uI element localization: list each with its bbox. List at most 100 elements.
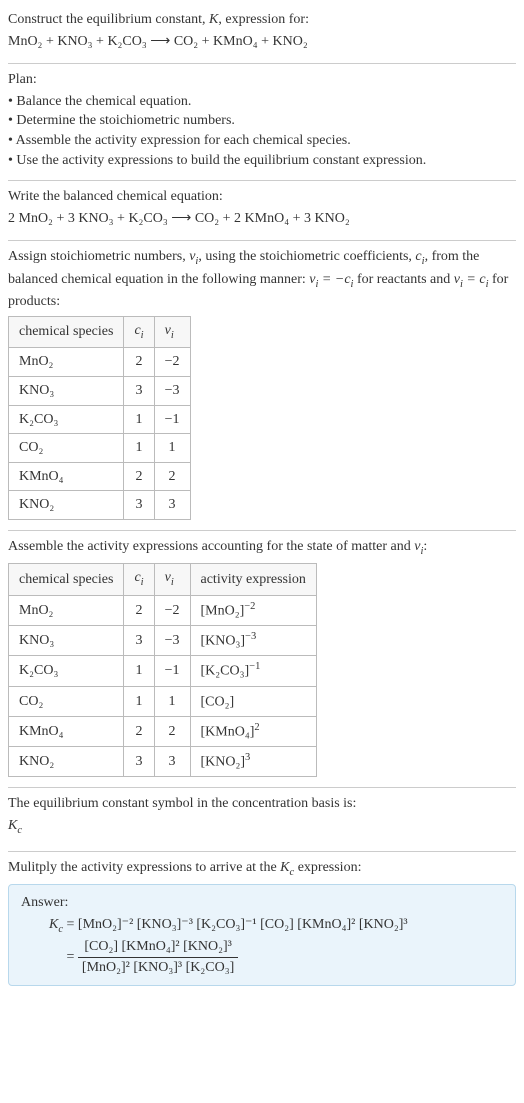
table-row: MnO₂2−2 <box>9 348 191 377</box>
cell-nu: −1 <box>154 405 190 434</box>
symbol-line: The equilibrium constant symbol in the c… <box>8 794 516 814</box>
cell-nu: −1 <box>154 656 190 686</box>
cell-nu: −3 <box>154 626 190 656</box>
K-sub: c <box>17 825 22 836</box>
cell-activity: [KNO₂]3 <box>190 747 316 777</box>
activity-table: chemical species ci νi activity expressi… <box>8 563 317 777</box>
table-header-row: chemical species ci νi <box>9 316 191 347</box>
unbalanced-equation: MnO₂ + KNO₃ + K₂CO₃ ⟶ CO₂ + KMnO₄ + KNO₂ <box>8 32 516 52</box>
plan-item: Balance the chemical equation. <box>8 92 516 112</box>
kc-denominator: [MnO₂]² [KNO₃]³ [K₂CO₃] <box>78 958 238 978</box>
col-species: chemical species <box>9 564 124 595</box>
cell-c: 3 <box>124 747 154 777</box>
col-species: chemical species <box>9 316 124 347</box>
plan-item: Assemble the activity expression for eac… <box>8 131 516 151</box>
cell-species: CO₂ <box>9 434 124 463</box>
cell-activity: [K₂CO₃]−1 <box>190 656 316 686</box>
cell-c: 2 <box>124 462 154 491</box>
act-base: [KNO₂] <box>201 755 246 770</box>
act-base: [MnO₂] <box>201 604 245 619</box>
K-letter: K <box>49 917 58 932</box>
cell-activity: [KNO₃]−3 <box>190 626 316 656</box>
eq-neg: = − <box>318 272 344 287</box>
prompt-prefix: Construct the equilibrium constant, <box>8 12 209 27</box>
col-ci: ci <box>124 564 154 595</box>
cell-species: MnO₂ <box>9 595 124 625</box>
kc-fraction: [CO₂] [KMnO₄]² [KNO₂]³ [MnO₂]² [KNO₃]³ [… <box>78 937 238 977</box>
act-exp: −2 <box>244 601 255 612</box>
table-header-row: chemical species ci νi activity expressi… <box>9 564 317 595</box>
multiply-line: Mulitply the activity expressions to arr… <box>8 858 516 880</box>
prompt-suffix: , expression for: <box>218 12 309 27</box>
stoich-section: Assign stoichiometric numbers, νi , using… <box>8 241 516 531</box>
prompt-line: Construct the equilibrium constant, K, e… <box>8 10 516 30</box>
answer-box: Answer: Kc = [MnO₂]⁻² [KNO₃]⁻³ [K₂CO₃]⁻¹… <box>8 884 516 986</box>
cell-c: 1 <box>124 434 154 463</box>
balanced-section: Write the balanced chemical equation: 2 … <box>8 181 516 241</box>
table-row: KMnO₄22[KMnO₄]2 <box>9 716 317 746</box>
act-base: [CO₂] <box>201 694 235 709</box>
cell-activity: [CO₂] <box>190 686 316 716</box>
act-exp: −1 <box>249 661 260 672</box>
stoich-text: for reactants and <box>353 272 453 287</box>
stoich-intro: Assign stoichiometric numbers, νi, using… <box>8 247 516 312</box>
activity-text: Assemble the activity expressions accoun… <box>8 539 414 554</box>
cell-species: KMnO₄ <box>9 462 124 491</box>
multiply-text: expression: <box>294 860 361 875</box>
cell-species: KNO₃ <box>9 376 124 405</box>
table-row: KMnO₄22 <box>9 462 191 491</box>
cell-c: 2 <box>124 595 154 625</box>
plan-section: Plan: Balance the chemical equation. Det… <box>8 64 516 181</box>
cell-nu: −3 <box>154 376 190 405</box>
answer-label: Answer: <box>21 893 503 913</box>
cell-nu: 1 <box>154 434 190 463</box>
balanced-title: Write the balanced chemical equation: <box>8 187 516 207</box>
act-exp: −3 <box>245 631 256 642</box>
stoich-text: Assign stoichiometric numbers, <box>8 249 189 264</box>
K-letter: K <box>8 818 17 833</box>
table-row: KNO₂33 <box>9 491 191 520</box>
col-nui: νi <box>154 316 190 347</box>
cell-species: K₂CO₃ <box>9 656 124 686</box>
table-row: MnO₂2−2[MnO₂]−2 <box>9 595 317 625</box>
stoich-table: chemical species ci νi MnO₂2−2 KNO₃3−3 K… <box>8 316 191 520</box>
prompt-K: K <box>209 12 218 27</box>
plan-list: Balance the chemical equation. Determine… <box>8 92 516 170</box>
kc-flat-expr: [MnO₂]⁻² [KNO₃]⁻³ [K₂CO₃]⁻¹ [CO₂] [KMnO₄… <box>78 917 408 932</box>
cell-nu: −2 <box>154 348 190 377</box>
K-letter: K <box>280 860 289 875</box>
kc-numerator: [CO₂] [KMnO₄]² [KNO₂]³ <box>78 937 238 958</box>
cell-c: 1 <box>124 686 154 716</box>
plan-item: Determine the stoichiometric numbers. <box>8 111 516 131</box>
col-nui: νi <box>154 564 190 595</box>
eq-pos: = <box>463 272 479 287</box>
cell-c: 2 <box>124 348 154 377</box>
c-sub: i <box>141 577 144 588</box>
prompt-section: Construct the equilibrium constant, K, e… <box>8 4 516 64</box>
table-row: KNO₃3−3 <box>9 376 191 405</box>
balanced-equation: 2 MnO₂ + 3 KNO₃ + K₂CO₃ ⟶ CO₂ + 2 KMnO₄ … <box>8 209 516 229</box>
table-row: K₂CO₃1−1 <box>9 405 191 434</box>
cell-nu: 2 <box>154 716 190 746</box>
table-row: KNO₂33[KNO₂]3 <box>9 747 317 777</box>
cell-nu: 3 <box>154 747 190 777</box>
stoich-text: , using the stoichiometric coefficients, <box>198 249 415 264</box>
kc-symbol: Kc <box>8 816 516 838</box>
cell-c: 2 <box>124 716 154 746</box>
act-base: [K₂CO₃] <box>201 664 250 679</box>
c-sub: i <box>141 330 144 341</box>
cell-nu: −2 <box>154 595 190 625</box>
cell-nu: 1 <box>154 686 190 716</box>
plan-title: Plan: <box>8 70 516 90</box>
eq-sign: = <box>63 949 78 964</box>
cell-c: 1 <box>124 405 154 434</box>
plan-item: Use the activity expressions to build th… <box>8 151 516 171</box>
table-row: K₂CO₃1−1[K₂CO₃]−1 <box>9 656 317 686</box>
cell-species: MnO₂ <box>9 348 124 377</box>
cell-species: KNO₃ <box>9 626 124 656</box>
cell-species: K₂CO₃ <box>9 405 124 434</box>
cell-nu: 3 <box>154 491 190 520</box>
cell-c: 3 <box>124 491 154 520</box>
cell-nu: 2 <box>154 462 190 491</box>
table-row: CO₂11[CO₂] <box>9 686 317 716</box>
